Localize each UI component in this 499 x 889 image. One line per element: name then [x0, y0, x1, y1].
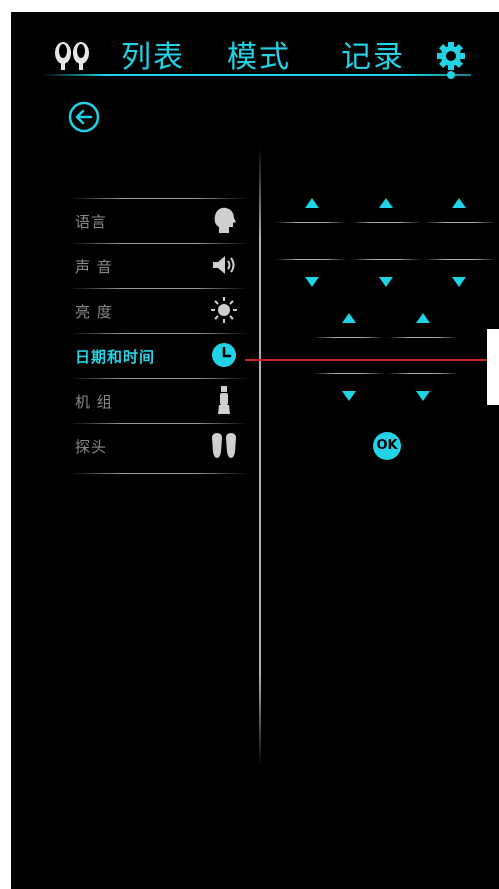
minute-down-arrow[interactable] — [416, 391, 430, 401]
menu-item-label: 语言 — [75, 213, 108, 231]
year-down-arrow[interactable] — [305, 277, 319, 287]
active-tab-indicator — [447, 71, 455, 79]
year-field-top — [275, 222, 347, 223]
probe-icon-button[interactable] — [51, 38, 93, 72]
year-up-arrow[interactable] — [305, 198, 319, 208]
tab-records[interactable]: 记录 — [341, 40, 405, 76]
minute-up-arrow[interactable] — [416, 313, 430, 323]
app-screen: 列表 模式 记录 语言 声 音 亮 度 日期和时间 机 组 探头 OK — [11, 12, 499, 889]
hour-down-arrow[interactable] — [342, 391, 356, 401]
hour-up-arrow[interactable] — [342, 313, 356, 323]
menu-item-label: 声 音 — [75, 258, 113, 276]
sun-icon — [211, 297, 237, 323]
speaker-icon — [213, 256, 235, 274]
menu-item-label: 探头 — [75, 438, 108, 456]
back-button[interactable] — [67, 100, 101, 134]
settings-gear-button[interactable] — [435, 40, 467, 72]
head-profile-icon — [214, 207, 236, 233]
clock-icon — [212, 343, 236, 367]
day-field-top — [424, 222, 496, 223]
menu-item-probe[interactable]: 探头 — [69, 424, 249, 468]
header-underline — [41, 74, 471, 76]
month-down-arrow[interactable] — [379, 277, 393, 287]
month-up-arrow[interactable] — [379, 198, 393, 208]
year-field-bottom — [275, 259, 347, 260]
panel-divider — [259, 147, 261, 767]
menu-item-unit[interactable]: 机 组 — [69, 379, 249, 423]
month-field-top — [350, 222, 422, 223]
menu-item-label: 日期和时间 — [75, 348, 156, 366]
edge-panel — [487, 329, 499, 405]
day-down-arrow[interactable] — [452, 277, 466, 287]
unit-device-icon — [218, 386, 230, 414]
menu-item-label: 亮 度 — [75, 303, 113, 321]
tab-list[interactable]: 列表 — [121, 40, 185, 76]
tab-mode[interactable]: 模式 — [227, 40, 291, 76]
day-field-bottom — [424, 259, 496, 260]
menu-item-label: 机 组 — [75, 393, 113, 411]
minute-field-bottom — [387, 373, 459, 374]
gear-icon — [437, 42, 465, 70]
day-up-arrow[interactable] — [452, 198, 466, 208]
minute-field-top — [387, 337, 459, 338]
menu-item-language[interactable]: 语言 — [69, 199, 249, 243]
hour-field-bottom — [313, 373, 385, 374]
month-field-bottom — [350, 259, 422, 260]
menu-item-brightness[interactable]: 亮 度 — [69, 289, 249, 333]
probe-pair-icon — [55, 42, 89, 70]
back-arrow-circle-icon — [68, 101, 100, 133]
hour-field-top — [313, 337, 385, 338]
ok-button[interactable]: OK — [373, 432, 401, 460]
menu-item-sound[interactable]: 声 音 — [69, 244, 249, 288]
menu-divider — [69, 473, 249, 474]
menu-item-datetime[interactable]: 日期和时间 — [69, 334, 249, 378]
probe-icon — [212, 433, 236, 458]
red-pointer-line — [245, 359, 495, 361]
